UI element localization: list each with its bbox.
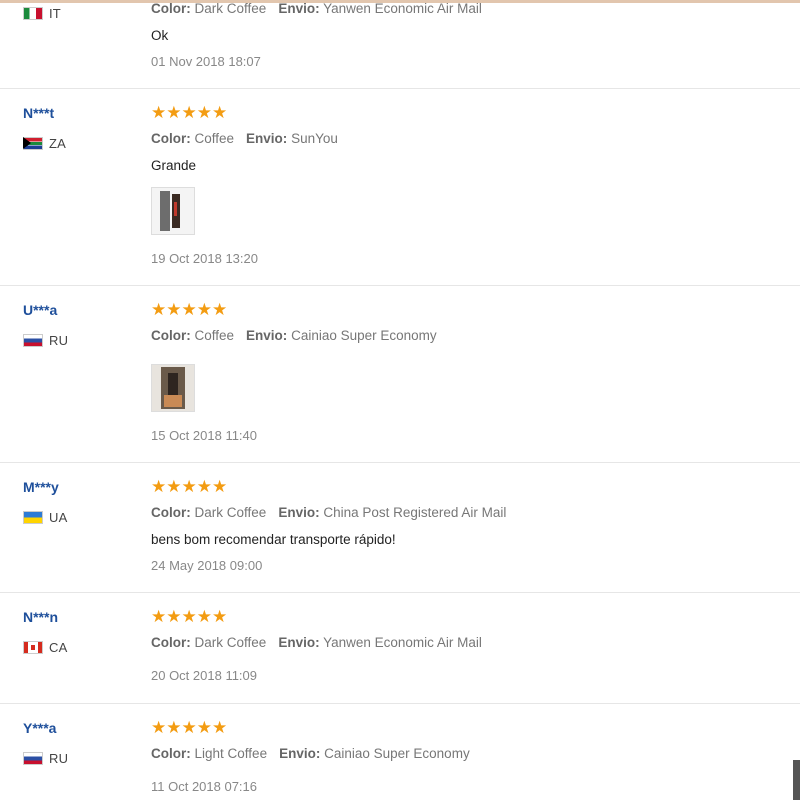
reviewer-name: Y***a — [23, 720, 57, 736]
country-code: RU — [49, 332, 69, 348]
color-label: Color: — [151, 328, 191, 343]
color-value: Dark Coffee — [194, 635, 267, 650]
scrollbar-thumb[interactable] — [793, 760, 800, 800]
review-date: 01 Nov 2018 18:07 — [151, 54, 261, 69]
color-value: Coffee — [194, 131, 235, 146]
star-rating: ★★★★★ — [151, 300, 228, 319]
country-code: ZA — [49, 135, 67, 151]
south-africa-flag-icon — [23, 136, 43, 150]
divider — [0, 88, 800, 89]
reviewer-name: N***n — [23, 609, 59, 625]
country: CA — [23, 639, 67, 655]
color-value: Dark Coffee — [194, 505, 267, 520]
country-code: IT — [49, 5, 61, 21]
shipping-value: China Post Registered Air Mail — [323, 505, 507, 520]
canada-flag-icon — [23, 640, 43, 654]
shipping-value: Cainiao Super Economy — [291, 328, 437, 343]
country: IT — [23, 5, 61, 21]
review-date: 15 Oct 2018 11:40 — [151, 428, 258, 443]
review-comment: Grande — [151, 158, 197, 173]
review-date: 24 May 2018 09:00 — [151, 558, 263, 573]
star-rating: ★★★★★ — [151, 607, 228, 626]
review-meta: Color: Light Coffee Envio: Cainiao Super … — [151, 746, 470, 761]
russia-flag-icon — [23, 333, 43, 347]
shipping-value: Yanwen Economic Air Mail — [323, 635, 482, 650]
country: ZA — [23, 135, 66, 151]
shipping-label: Envio: — [278, 635, 320, 650]
shipping-label: Envio: — [278, 1, 320, 16]
country: UA — [23, 509, 67, 525]
color-value: Dark Coffee — [194, 1, 267, 16]
ukraine-flag-icon — [23, 510, 43, 524]
color-value: Light Coffee — [194, 746, 268, 761]
italy-flag-icon — [23, 6, 43, 20]
shipping-label: Envio: — [246, 328, 288, 343]
review-date: 11 Oct 2018 07:16 — [151, 779, 258, 794]
color-label: Color: — [151, 131, 191, 146]
divider — [0, 703, 800, 704]
color-label: Color: — [151, 746, 191, 761]
divider — [0, 285, 800, 286]
review-meta: Color: Dark Coffee Envio: Yanwen Economic… — [151, 635, 482, 650]
review-comment: bens bom recomendar transporte rápido! — [151, 532, 396, 547]
color-value: Coffee — [194, 328, 235, 343]
review-date: 20 Oct 2018 11:09 — [151, 668, 258, 683]
review-date: 19 Oct 2018 13:20 — [151, 251, 258, 266]
shipping-value: Yanwen Economic Air Mail — [323, 1, 482, 16]
country: RU — [23, 750, 68, 766]
star-rating: ★★★★★ — [151, 103, 228, 122]
reviewer-name: M***y — [23, 479, 59, 495]
color-label: Color: — [151, 1, 191, 16]
review-comment: Ok — [151, 28, 169, 43]
divider — [0, 462, 800, 463]
review-meta: Color: Dark Coffee Envio: Yanwen Economic… — [151, 1, 482, 16]
review-meta: Color: Coffee Envio: Cainiao Super Econom… — [151, 328, 437, 343]
review-photo-thumbnail[interactable] — [151, 364, 195, 412]
color-label: Color: — [151, 635, 191, 650]
country-code: RU — [49, 750, 69, 766]
shipping-label: Envio: — [279, 746, 321, 761]
country-code: CA — [49, 639, 68, 655]
star-rating: ★★★★★ — [151, 718, 228, 737]
shipping-label: Envio: — [246, 131, 288, 146]
review-meta: Color: Coffee Envio: SunYou — [151, 131, 338, 146]
reviewer-name: U***a — [23, 302, 58, 318]
photo-image-icon — [152, 188, 194, 234]
shipping-value: Cainiao Super Economy — [324, 746, 470, 761]
shipping-label: Envio: — [278, 505, 320, 520]
divider — [0, 592, 800, 593]
photo-image-icon — [152, 365, 194, 411]
color-label: Color: — [151, 505, 191, 520]
review-photo-thumbnail[interactable] — [151, 187, 195, 235]
country: RU — [23, 332, 68, 348]
reviewer-name: N***t — [23, 105, 55, 121]
country-code: UA — [49, 509, 68, 525]
russia-flag-icon — [23, 751, 43, 765]
review-meta: Color: Dark Coffee Envio: China Post Regi… — [151, 505, 506, 520]
star-rating: ★★★★★ — [151, 477, 228, 496]
shipping-value: SunYou — [291, 131, 338, 146]
